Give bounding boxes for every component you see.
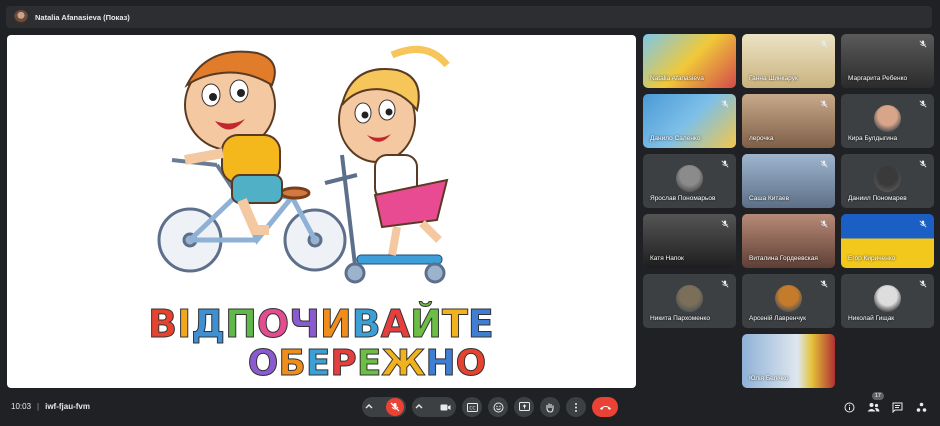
mic-off-icon bbox=[919, 280, 927, 288]
presenter-avatar bbox=[14, 10, 28, 24]
emoji-icon bbox=[493, 402, 503, 412]
participant-tile[interactable]: Данило Саленко bbox=[643, 94, 736, 148]
call-end-icon bbox=[599, 405, 611, 410]
emoji-button[interactable] bbox=[488, 397, 508, 417]
participant-tile[interactable]: Маргарита Ребенко bbox=[841, 34, 934, 88]
mic-off-icon bbox=[820, 160, 828, 168]
participant-name: Егор Кириченко bbox=[848, 255, 896, 262]
participants-count-badge: 17 bbox=[871, 392, 884, 400]
participant-name: Ганна Шинкарук bbox=[749, 75, 798, 82]
slide-title-line2: ОБЕРЕЖНО bbox=[248, 343, 486, 384]
participant-name: Юлія Белічко bbox=[749, 375, 789, 382]
mic-off-icon bbox=[721, 280, 729, 288]
more-vert-icon bbox=[575, 402, 577, 412]
chevron-up-icon[interactable] bbox=[414, 402, 424, 412]
mic-off-icon bbox=[820, 100, 828, 108]
participant-tile[interactable]: Николай Гищак bbox=[841, 274, 934, 328]
participant-tile[interactable]: Юлія Белічко bbox=[742, 334, 835, 388]
mic-off-icon bbox=[721, 220, 729, 228]
participant-tile[interactable]: Кира Булдыгина bbox=[841, 94, 934, 148]
svg-text:CC: CC bbox=[469, 405, 475, 411]
participant-tile[interactable]: Даниил Пономарев bbox=[841, 154, 934, 208]
participant-tile[interactable]: Саша Китаев bbox=[742, 154, 835, 208]
mic-off-icon bbox=[919, 100, 927, 108]
participant-tile[interactable]: Арсеній Лавренчук bbox=[742, 274, 835, 328]
meeting-separator: | bbox=[37, 402, 40, 411]
participant-name: Никита Пархоменко bbox=[650, 315, 710, 322]
mic-off-icon bbox=[721, 160, 729, 168]
meeting-time: 10:03 bbox=[11, 402, 32, 411]
participant-name: Данило Саленко bbox=[650, 135, 701, 142]
presentation-stage[interactable]: ВІДПОЧИВАЙТЕ ОБЕРЕЖНО bbox=[7, 35, 636, 388]
people-icon bbox=[867, 403, 879, 412]
raise-hand-button[interactable] bbox=[540, 397, 560, 417]
slide-title-line1: ВІДПОЧИВАЙТЕ bbox=[148, 302, 494, 346]
participant-tile[interactable]: Виталина Гордеевская bbox=[742, 214, 835, 268]
leave-call-button[interactable] bbox=[592, 397, 618, 417]
call-controls: CC bbox=[362, 397, 624, 417]
mic-control[interactable] bbox=[362, 397, 406, 417]
participant-name: Саша Китаев bbox=[749, 195, 790, 202]
participant-name: Ярослав Пономарьов bbox=[650, 195, 716, 202]
participant-name: Катя Напок bbox=[650, 255, 684, 262]
present-button[interactable] bbox=[514, 397, 534, 417]
presenter-name: Natalia Afanasieva (Показ) bbox=[35, 12, 130, 22]
participant-name: лерочка bbox=[749, 135, 774, 142]
participant-name: Кира Булдыгина bbox=[848, 135, 898, 142]
activities-icon bbox=[916, 402, 926, 412]
captions-icon: CC bbox=[466, 402, 478, 412]
meeting-code: iwf-fjau-fvm bbox=[45, 402, 90, 411]
mic-off-icon bbox=[919, 220, 927, 228]
slide-illustration: ВІДПОЧИВАЙТЕ ОБЕРЕЖНО bbox=[148, 45, 494, 385]
chevron-up-icon[interactable] bbox=[364, 402, 374, 412]
side-tools: 17 bbox=[834, 392, 930, 416]
participant-avatar bbox=[874, 105, 901, 132]
mic-off-icon bbox=[919, 160, 927, 168]
participant-avatar bbox=[874, 165, 901, 192]
info-icon bbox=[844, 402, 854, 412]
more-options-button[interactable] bbox=[566, 397, 586, 417]
participant-tile[interactable]: лерочка bbox=[742, 94, 835, 148]
captions-button[interactable]: CC bbox=[462, 397, 482, 417]
raise-hand-icon bbox=[546, 403, 554, 413]
participant-name: Арсеній Лавренчук bbox=[749, 315, 806, 322]
participant-avatar bbox=[676, 285, 703, 312]
camera-control[interactable] bbox=[412, 397, 456, 417]
participant-tile[interactable]: Ярослав Пономарьов bbox=[643, 154, 736, 208]
participant-name: Виталина Гордеевская bbox=[749, 255, 818, 262]
boy-illustration bbox=[184, 50, 283, 235]
participant-name: Николай Гищак bbox=[848, 315, 895, 322]
mic-off-icon bbox=[820, 280, 828, 288]
participant-tile[interactable]: Natalia Afanasieva bbox=[643, 34, 736, 88]
participant-tile[interactable]: Егор Кириченко bbox=[841, 214, 934, 268]
participant-avatar bbox=[775, 285, 802, 312]
participant-name: Маргарита Ребенко bbox=[848, 75, 908, 82]
bottom-toolbar: 10:03 | iwf-fjau-fvm CC 17 bbox=[0, 388, 940, 426]
mic-off-icon bbox=[919, 40, 927, 48]
chat-button[interactable] bbox=[888, 398, 906, 416]
chat-icon bbox=[892, 402, 902, 413]
mic-off-icon bbox=[721, 100, 729, 108]
mic-off-icon bbox=[820, 40, 828, 48]
camera-icon[interactable] bbox=[436, 398, 454, 416]
present-icon bbox=[518, 402, 530, 411]
mic-off-icon[interactable] bbox=[386, 398, 404, 416]
participant-name: Natalia Afanasieva bbox=[650, 75, 704, 82]
mic-off-icon bbox=[820, 220, 828, 228]
participant-avatar bbox=[874, 285, 901, 312]
activities-button[interactable] bbox=[912, 398, 930, 416]
participant-avatar bbox=[676, 165, 703, 192]
participant-tile[interactable]: Никита Пархоменко bbox=[643, 274, 736, 328]
meeting-details-button[interactable] bbox=[840, 398, 858, 416]
participant-tile[interactable]: Катя Напок bbox=[643, 214, 736, 268]
people-button[interactable]: 17 bbox=[864, 392, 884, 416]
participant-name: Даниил Пономарев bbox=[848, 195, 907, 202]
participant-tile[interactable]: Ганна Шинкарук bbox=[742, 34, 835, 88]
presenter-bar: Natalia Afanasieva (Показ) bbox=[6, 6, 932, 28]
meeting-info: 10:03 | iwf-fjau-fvm bbox=[11, 402, 90, 411]
